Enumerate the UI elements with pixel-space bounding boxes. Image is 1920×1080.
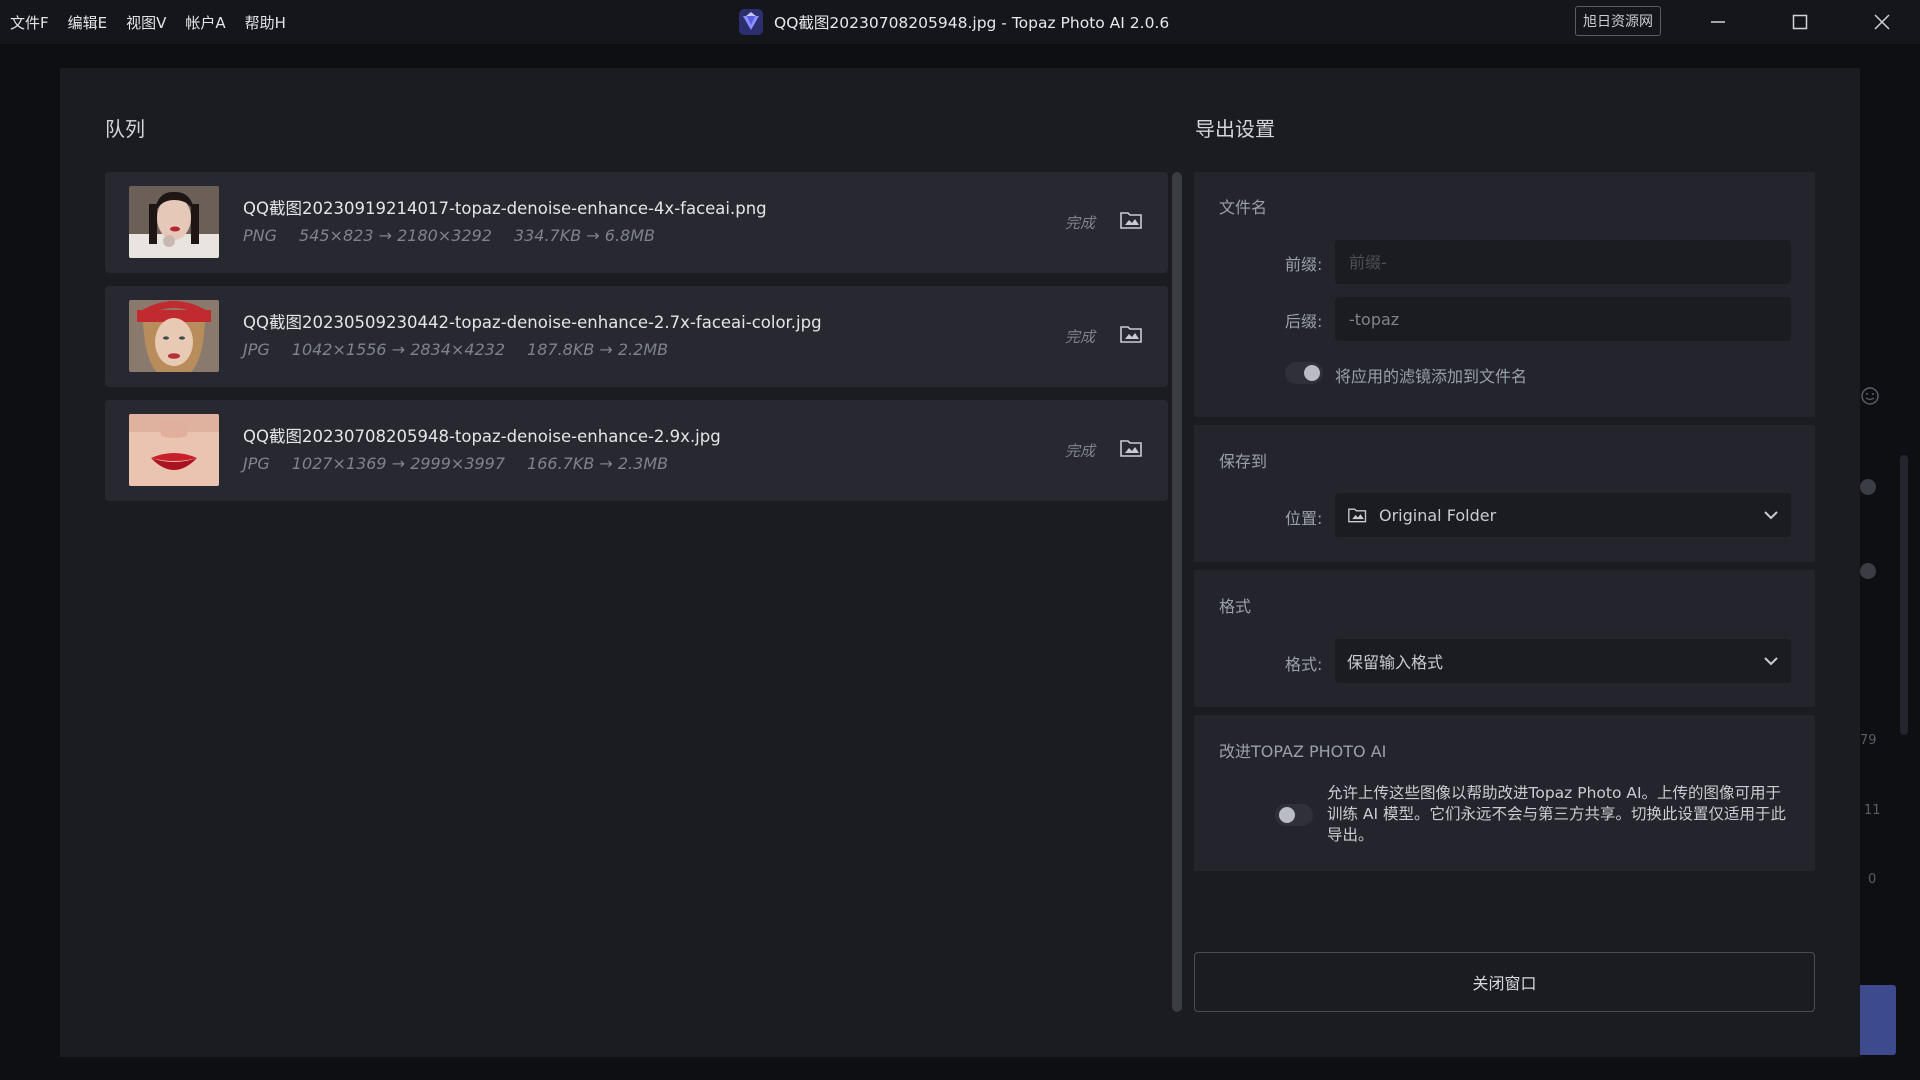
background-value: 0 — [1868, 872, 1877, 887]
background-scrollbar — [1900, 455, 1908, 735]
queue-title: 队列 — [105, 117, 145, 141]
file-name: QQ截图20230708205948-topaz-denoise-enhance… — [243, 427, 721, 446]
improve-description: 允许上传这些图像以帮助改进Topaz Photo AI。上传的图像可用于训练 A… — [1327, 784, 1787, 844]
topaz-logo-icon — [739, 9, 763, 35]
prefix-field[interactable] — [1335, 240, 1791, 284]
window-title-text: QQ截图20230708205948.jpg - Topaz Photo AI … — [774, 14, 1170, 32]
menu-file[interactable]: 文件F — [10, 12, 49, 33]
open-folder-icon[interactable] — [1119, 436, 1145, 460]
status-text: 完成 — [1065, 442, 1096, 460]
background-slider-knob — [1860, 563, 1876, 579]
location-value: Original Folder — [1379, 505, 1497, 525]
menu-edit[interactable]: 编辑E — [68, 12, 107, 33]
file-format: PNG — [243, 226, 278, 245]
file-dimensions: 1027×1369 → 2999×3997 — [291, 454, 506, 473]
improve-heading: 改进TOPAZ PHOTO AI — [1219, 742, 1387, 761]
menu-help[interactable]: 帮助H — [245, 12, 286, 33]
format-label: 格式: — [1285, 655, 1323, 674]
background-value: 79 — [1860, 733, 1877, 748]
file-dimensions: 1042×1556 → 2834×4232 — [291, 340, 506, 359]
file-dimensions: 545×823 → 2180×3292 — [299, 226, 492, 245]
export-settings-title: 导出设置 — [1195, 117, 1275, 141]
thumbnail-image — [129, 414, 219, 486]
file-name: QQ截图20230509230442-topaz-denoise-enhance… — [243, 313, 822, 332]
file-size: 334.7KB → 6.8MB — [513, 226, 655, 245]
maximize-icon — [1792, 14, 1808, 30]
background-slider-knob — [1860, 479, 1876, 495]
location-label: 位置: — [1285, 509, 1323, 528]
close-dialog-button[interactable]: 关闭窗口 — [1194, 952, 1815, 1012]
menu-view[interactable]: 视图V — [126, 12, 166, 33]
append-filters-label: 将应用的滤镜添加到文件名 — [1335, 367, 1528, 386]
open-folder-icon[interactable] — [1119, 208, 1145, 232]
filename-heading: 文件名 — [1219, 198, 1268, 217]
suffix-input[interactable] — [1347, 308, 1779, 330]
toggle-knob — [1304, 365, 1320, 381]
minimize-button[interactable] — [1690, 0, 1746, 44]
improve-upload-toggle[interactable] — [1275, 804, 1313, 826]
file-size: 166.7KB → 2.3MB — [527, 454, 669, 473]
file-format: JPG — [243, 340, 270, 359]
thumbnail-image — [129, 186, 219, 258]
queue-scrollbar[interactable] — [1172, 172, 1182, 1012]
format-heading: 格式 — [1219, 597, 1252, 616]
file-meta: JPG 1027×1369 → 2999×3997 166.7KB → 2.3MB — [243, 454, 690, 473]
suffix-field[interactable] — [1335, 297, 1791, 341]
queue-item[interactable]: QQ截图20230919214017-topaz-denoise-enhance… — [105, 172, 1168, 273]
background-value: 11 — [1864, 803, 1881, 818]
location-dropdown[interactable]: Original Folder — [1335, 493, 1791, 537]
chevron-down-icon — [1764, 511, 1778, 520]
close-icon — [1874, 14, 1890, 30]
file-name: QQ截图20230919214017-topaz-denoise-enhance… — [243, 199, 767, 218]
status-text: 完成 — [1065, 214, 1096, 232]
menu-account[interactable]: 帐户A — [185, 12, 225, 33]
file-meta: PNG 545×823 → 2180×3292 334.7KB → 6.8MB — [243, 226, 677, 245]
maximize-button[interactable] — [1772, 0, 1828, 44]
location-value-wrap: Original Folder — [1347, 505, 1496, 525]
close-window-button[interactable] — [1854, 0, 1910, 44]
toggle-knob — [1279, 807, 1295, 823]
prefix-label: 前缀: — [1285, 255, 1323, 274]
chevron-down-icon — [1764, 657, 1778, 666]
window-title: QQ截图20230708205948.jpg - Topaz Photo AI … — [738, 0, 1169, 44]
smiley-icon[interactable] — [1860, 386, 1880, 406]
status-text: 完成 — [1065, 328, 1096, 346]
prefix-input[interactable] — [1347, 251, 1779, 273]
file-size: 187.8KB → 2.2MB — [527, 340, 669, 359]
suffix-label: 后缀: — [1285, 312, 1323, 331]
format-dropdown[interactable]: 保留输入格式 — [1335, 639, 1791, 683]
minimize-icon — [1711, 21, 1725, 23]
file-format: JPG — [243, 454, 270, 473]
append-filters-toggle[interactable] — [1285, 362, 1323, 384]
folder-icon — [1348, 508, 1367, 523]
queue-item[interactable]: QQ截图20230708205948-topaz-denoise-enhance… — [105, 400, 1168, 501]
save-heading: 保存到 — [1219, 452, 1268, 471]
thumbnail-image — [129, 300, 219, 372]
file-meta: JPG 1042×1556 → 2834×4232 187.8KB → 2.2MB — [243, 340, 690, 359]
brand-badge[interactable]: 旭日资源网 — [1575, 6, 1661, 36]
open-folder-icon[interactable] — [1119, 322, 1145, 346]
queue-item[interactable]: QQ截图20230509230442-topaz-denoise-enhance… — [105, 286, 1168, 387]
menu-bar: 文件F 编辑E 视图V 帐户A 帮助H — [10, 0, 305, 44]
format-value: 保留输入格式 — [1347, 653, 1444, 672]
background-export-button — [1858, 985, 1896, 1055]
title-bar: 文件F 编辑E 视图V 帐户A 帮助H QQ截图20230708205948.j… — [0, 0, 1920, 44]
